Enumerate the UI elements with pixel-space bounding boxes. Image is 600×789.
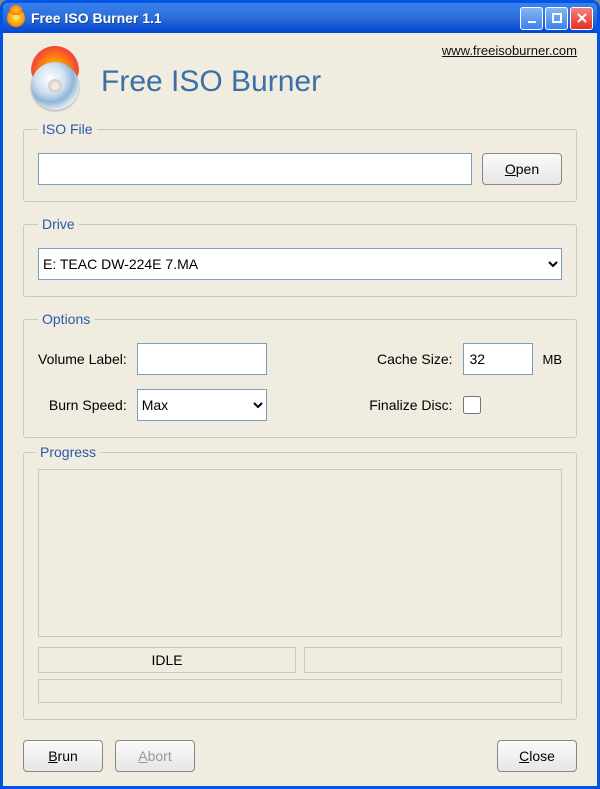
titlebar[interactable]: Free ISO Burner 1.1: [3, 3, 597, 33]
close-icon: [576, 12, 588, 24]
abort-button[interactable]: Abort: [115, 740, 195, 772]
app-icon: [7, 9, 25, 27]
window-title: Free ISO Burner 1.1: [31, 10, 518, 26]
iso-file-legend: ISO File: [38, 121, 97, 137]
maximize-icon: [551, 12, 563, 24]
volume-label-input[interactable]: [137, 343, 267, 375]
minimize-button[interactable]: [520, 7, 543, 30]
finalize-disc-checkbox[interactable]: [463, 396, 481, 414]
iso-path-input[interactable]: [38, 153, 472, 185]
minimize-icon: [526, 12, 538, 24]
progress-legend: Progress: [36, 444, 100, 460]
website-link[interactable]: www.freeisoburner.com: [442, 43, 577, 58]
footer-buttons: Brun Abort Close: [23, 738, 577, 772]
options-group: Options Volume Label: Cache Size: MB Bur…: [23, 311, 577, 438]
cache-size-input[interactable]: [463, 343, 533, 375]
brand-disc-flame-icon: [23, 50, 87, 114]
iso-file-group: ISO File Open: [23, 121, 577, 202]
drive-group: Drive E: TEAC DW-224E 7.MA: [23, 216, 577, 297]
finalize-disc-text: Finalize Disc:: [369, 397, 452, 413]
client-area: Free ISO Burner www.freeisoburner.com IS…: [3, 33, 597, 786]
progress-bar: [38, 679, 562, 703]
progress-group: Progress IDLE: [23, 452, 577, 720]
status-secondary: [304, 647, 562, 673]
app-title: Free ISO Burner: [101, 65, 321, 99]
status-text: IDLE: [38, 647, 296, 673]
cache-size-unit: MB: [543, 352, 563, 367]
options-legend: Options: [38, 311, 94, 327]
close-button[interactable]: Close: [497, 740, 577, 772]
drive-legend: Drive: [38, 216, 79, 232]
open-button[interactable]: Open: [482, 153, 562, 185]
close-window-button[interactable]: [570, 7, 593, 30]
volume-label-text: Volume Label:: [38, 351, 127, 367]
drive-select[interactable]: E: TEAC DW-224E 7.MA: [38, 248, 562, 280]
branding-header: Free ISO Burner www.freeisoburner.com: [23, 43, 577, 121]
application-window: Free ISO Burner 1.1 Free ISO Burner www.…: [0, 0, 600, 789]
maximize-button[interactable]: [545, 7, 568, 30]
cache-size-text: Cache Size:: [369, 351, 452, 367]
burn-speed-select[interactable]: Max: [137, 389, 267, 421]
progress-log: [38, 469, 562, 637]
burn-button[interactable]: Brun: [23, 740, 103, 772]
burn-speed-text: Burn Speed:: [38, 397, 127, 413]
